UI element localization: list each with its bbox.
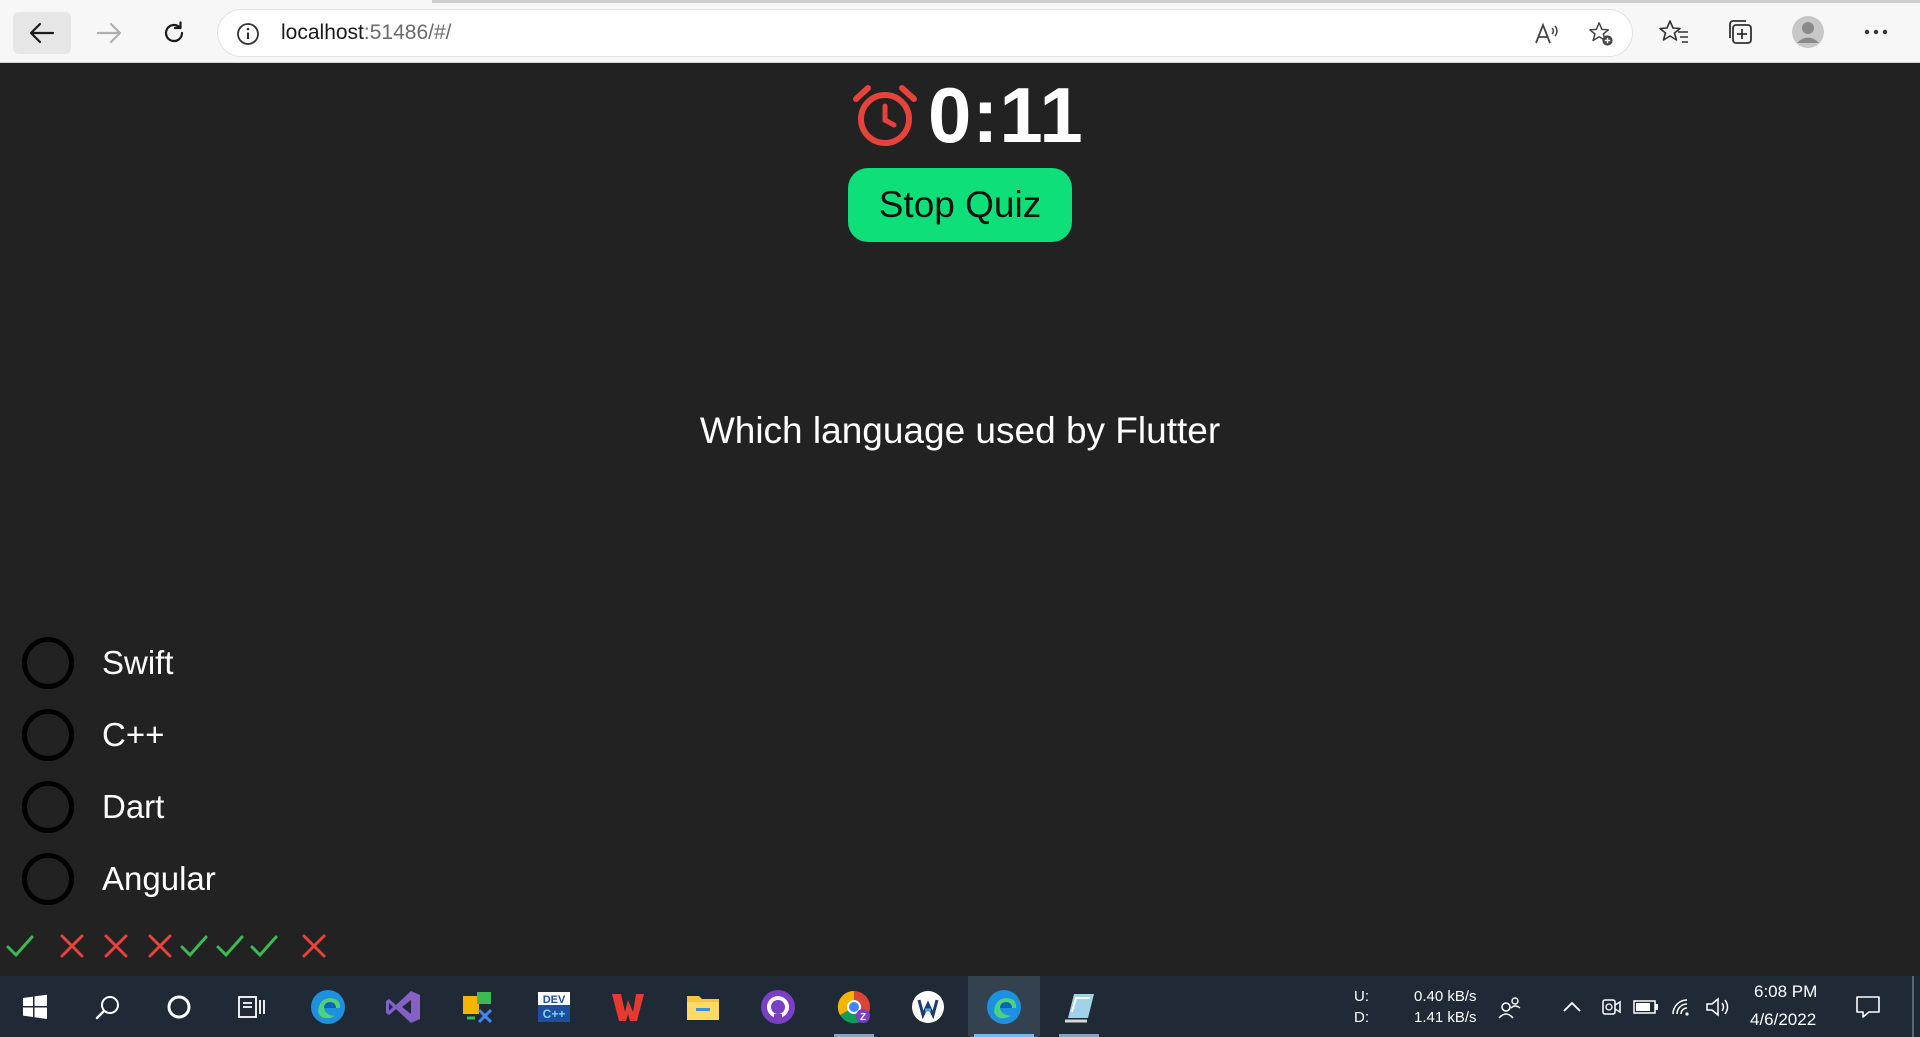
read-aloud-icon[interactable] — [1534, 21, 1560, 47]
radio-button[interactable] — [22, 781, 74, 833]
back-button[interactable] — [13, 12, 71, 54]
url-text[interactable]: localhost:51486/#/ — [281, 21, 451, 45]
option-label: Angular — [102, 860, 216, 897]
collections-icon[interactable] — [1722, 14, 1758, 50]
stop-quiz-button[interactable]: Stop Quiz — [848, 168, 1072, 242]
app-icon[interactable] — [448, 976, 508, 1037]
option-dart[interactable]: Dart — [22, 779, 422, 835]
cross-icon — [148, 934, 172, 958]
cortana-icon[interactable] — [149, 976, 209, 1037]
address-bar[interactable]: localhost:51486/#/ — [218, 10, 1632, 56]
battery-icon[interactable] — [1628, 976, 1664, 1037]
radio-button[interactable] — [22, 637, 74, 689]
option-label: Dart — [102, 788, 165, 825]
wifi-icon[interactable] — [1664, 976, 1700, 1037]
devcpp-icon[interactable]: DEV C++ — [524, 976, 584, 1037]
windows-start-icon[interactable] — [5, 976, 65, 1037]
net-download-label: D: — [1354, 1009, 1369, 1026]
chevron-up-icon[interactable] — [1554, 976, 1590, 1037]
net-upload-label: U: — [1354, 988, 1369, 1005]
notifications-icon[interactable] — [1840, 976, 1896, 1037]
radio-button[interactable] — [22, 709, 74, 761]
svg-text:DEV: DEV — [543, 994, 566, 1006]
meet-now-icon[interactable] — [1592, 976, 1628, 1037]
net-upload-speed: 0.40 kB/s — [1414, 988, 1477, 1005]
task-view-icon[interactable] — [221, 976, 281, 1037]
clock-date[interactable]: 4/6/2022 — [1750, 1010, 1816, 1030]
clock-time[interactable]: 6:08 PM — [1754, 982, 1817, 1002]
app-root: localhost:51486/#/ 0:11 Stop Quiz Which … — [0, 0, 1920, 1037]
net-download-speed: 1.41 kB/s — [1414, 1009, 1477, 1026]
profile-icon[interactable] — [1790, 14, 1826, 50]
edge-icon[interactable] — [298, 976, 358, 1037]
forward-arrow-icon — [96, 22, 122, 44]
question-text: Which language used by Flutter — [699, 410, 1221, 451]
add-favorite-icon[interactable] — [1588, 21, 1614, 47]
github-icon[interactable] — [748, 976, 808, 1037]
timer-value: 0:11 — [928, 70, 1084, 159]
file-explorer-icon[interactable] — [673, 976, 733, 1037]
check-icon — [216, 935, 244, 958]
people-icon[interactable] — [1490, 976, 1530, 1037]
url-path: :51486/#/ — [363, 21, 452, 44]
forward-button[interactable] — [80, 12, 138, 54]
favorites-icon[interactable] — [1656, 14, 1692, 50]
back-arrow-icon — [29, 22, 55, 44]
tab-strip-edge — [432, 0, 1920, 3]
chrome-icon[interactable]: Z — [824, 976, 884, 1037]
search-icon[interactable] — [78, 976, 138, 1037]
url-host: localhost — [281, 21, 364, 44]
option-angular[interactable]: Angular — [22, 851, 422, 907]
visual-studio-icon[interactable] — [373, 976, 433, 1037]
option-cpp[interactable]: C++ — [22, 707, 422, 763]
info-icon[interactable] — [236, 22, 260, 51]
option-swift[interactable]: Swift — [22, 635, 422, 691]
app-icon[interactable] — [898, 976, 958, 1037]
alarm-clock-icon — [853, 85, 917, 146]
reload-icon — [164, 21, 184, 43]
volume-icon[interactable] — [1700, 976, 1736, 1037]
check-icon — [6, 935, 34, 958]
more-icon[interactable] — [1858, 14, 1894, 50]
check-icon — [180, 935, 208, 958]
cross-icon — [60, 934, 84, 958]
reload-button[interactable] — [145, 12, 203, 54]
option-label: C++ — [102, 716, 165, 753]
cross-icon — [302, 934, 326, 958]
edge-icon[interactable] — [968, 976, 1040, 1037]
check-icon — [250, 935, 278, 958]
windows-taskbar: DEV C++ Z U: D: 0.40 kB/s 1.41 kB/s 6:08… — [0, 976, 1920, 1037]
wps-office-icon[interactable] — [598, 976, 658, 1037]
svg-text:Z: Z — [860, 1012, 866, 1023]
option-label: Swift — [102, 644, 174, 681]
cross-icon — [104, 934, 128, 958]
show-desktop-button[interactable] — [1912, 976, 1914, 1037]
app-icon[interactable] — [1049, 976, 1109, 1037]
browser-toolbar: localhost:51486/#/ — [0, 0, 1920, 63]
radio-button[interactable] — [22, 853, 74, 905]
quiz-timer: 0:11 — [852, 71, 1084, 159]
svg-text:C++: C++ — [543, 1007, 566, 1021]
